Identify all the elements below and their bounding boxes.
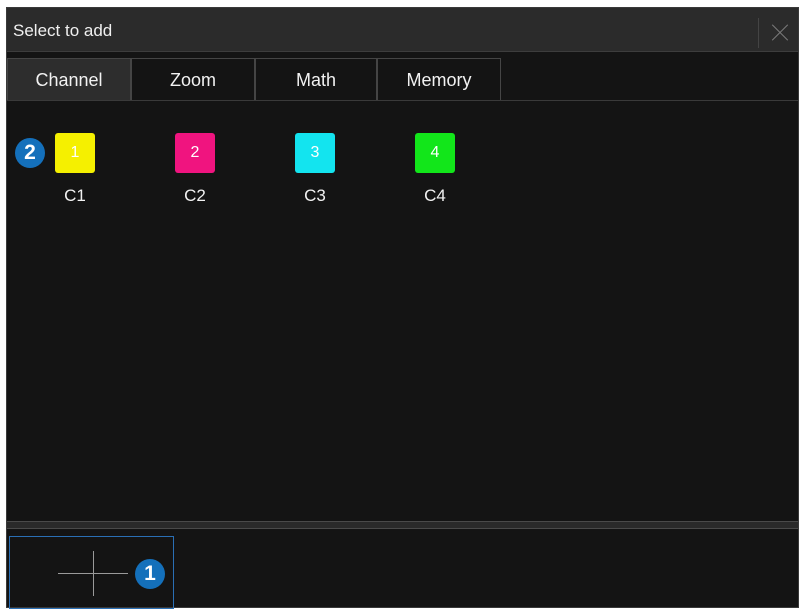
dialog-title: Select to add [13,21,113,40]
channel-list: 2 1 C1 2 C2 3 C3 4 C4 [7,101,798,521]
tab-memory[interactable]: Memory [377,58,501,100]
channel-swatch-2: 2 [175,133,215,173]
channel-swatch-3: 3 [295,133,335,173]
channel-item-c1[interactable]: 1 C1 [45,133,105,206]
add-slot-button[interactable]: 1 [9,536,174,609]
close-icon[interactable] [758,18,798,48]
tab-channel[interactable]: Channel [7,58,131,100]
channel-label: C2 [184,186,206,205]
channel-label: C1 [64,186,86,205]
channel-item-c4[interactable]: 4 C4 [405,133,465,206]
plus-icon-vertical [93,551,94,596]
dialog-titlebar: Select to add [7,8,798,52]
channel-label: C3 [304,186,326,205]
callout-badge-2: 2 [15,138,45,168]
select-to-add-dialog: Select to add Channel Zoom Math Memory 2… [6,7,799,609]
channel-item-c3[interactable]: 3 C3 [285,133,345,206]
channel-item-c2[interactable]: 2 C2 [165,133,225,206]
channel-swatch-1: 1 [55,133,95,173]
callout-badge-1: 1 [135,559,165,589]
source-tabs: Channel Zoom Math Memory [7,58,798,101]
tab-math[interactable]: Math [255,58,377,100]
divider [7,521,798,529]
channel-swatch-4: 4 [415,133,455,173]
tab-zoom[interactable]: Zoom [131,58,255,100]
channel-label: C4 [424,186,446,205]
